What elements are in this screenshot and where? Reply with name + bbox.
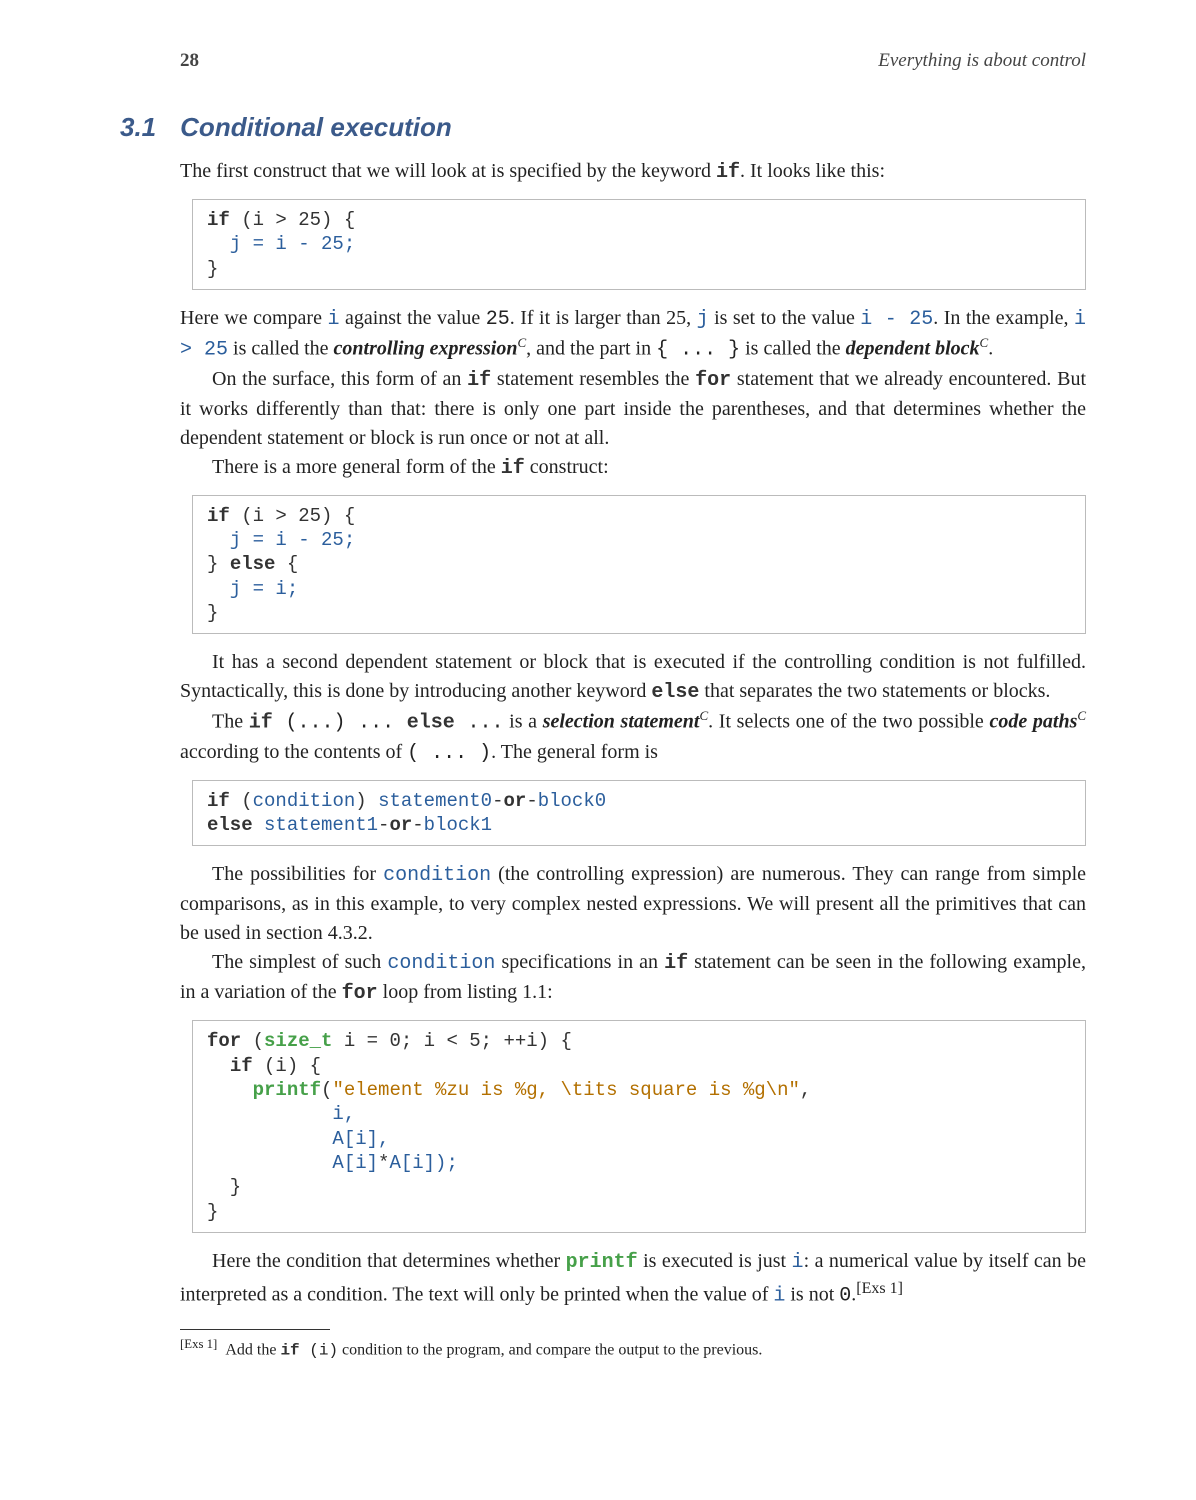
footnote-separator bbox=[180, 1329, 330, 1330]
code-block-2: if (i > 25) { j = i - 25; } else { j = i… bbox=[192, 495, 1086, 635]
paragraph-selection: The if (...) ... else ... is a selection… bbox=[180, 707, 1086, 768]
paragraph-simplest: The simplest of such condition specifica… bbox=[180, 948, 1086, 1008]
code-block-4: for (size_t i = 0; i < 5; ++i) { if (i) … bbox=[192, 1020, 1086, 1233]
page-header: 28 Everything is about control bbox=[180, 50, 1086, 72]
section-heading: 3.1 Conditional execution bbox=[180, 112, 1086, 143]
paragraph-compare: Here we compare i against the value 25. … bbox=[180, 304, 1086, 365]
section-title: Conditional execution bbox=[180, 112, 452, 143]
body-content: The first construct that we will look at… bbox=[180, 157, 1086, 1361]
paragraph-general-form: There is a more general form of the if c… bbox=[180, 453, 1086, 483]
paragraph-surface: On the surface, this form of an if state… bbox=[180, 365, 1086, 453]
chapter-title: Everything is about control bbox=[878, 50, 1086, 72]
section-number: 3.1 bbox=[120, 112, 156, 143]
page: 28 Everything is about control 3.1 Condi… bbox=[0, 0, 1196, 1411]
keyword-if: if bbox=[716, 161, 740, 184]
paragraph-possibilities: The possibilities for condition (the con… bbox=[180, 860, 1086, 948]
paragraph-second-dependent: It has a second dependent statement or b… bbox=[180, 648, 1086, 707]
code-block-3: if (condition) statement0-or-block0 else… bbox=[192, 780, 1086, 847]
paragraph-intro: The first construct that we will look at… bbox=[180, 157, 1086, 187]
footnote-mark: [Exs 1] bbox=[180, 1337, 217, 1351]
footnote-ref: [Exs 1] bbox=[856, 1280, 903, 1297]
paragraph-printf: Here the condition that determines wheth… bbox=[180, 1247, 1086, 1311]
footnote: [Exs 1] Add the if (i) condition to the … bbox=[180, 1336, 1086, 1361]
code-block-1: if (i > 25) { j = i - 25; } bbox=[192, 199, 1086, 290]
page-number: 28 bbox=[180, 50, 199, 72]
